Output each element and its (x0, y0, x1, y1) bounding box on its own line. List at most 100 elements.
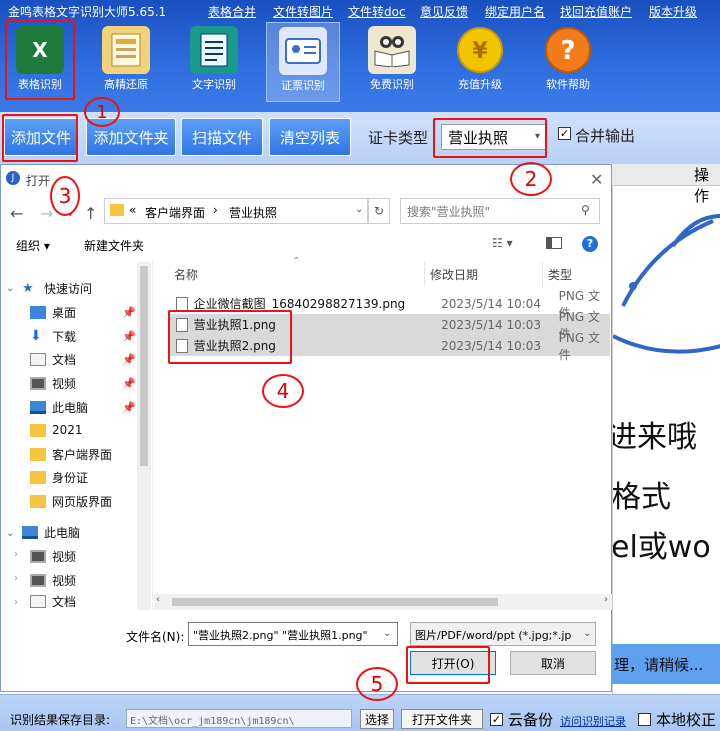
nav-pc-videos[interactable]: 视频 (30, 545, 76, 567)
breadcrumb-business-license[interactable]: 营业执照 (229, 204, 277, 221)
folder-icon (110, 204, 124, 216)
nav-folder-client-ui[interactable]: 客户端界面 (30, 443, 112, 465)
annotation-box (5, 20, 75, 100)
refresh-icon[interactable]: ↻ (368, 198, 390, 224)
preview-illustration (613, 214, 720, 354)
cancel-button[interactable]: 取消 (510, 651, 596, 675)
download-icon: ⬇ (30, 327, 42, 344)
forward-arrow-icon[interactable]: → (40, 204, 53, 223)
tool-text-recognition[interactable]: 文字识别 (174, 22, 254, 102)
menu-upgrade[interactable]: 版本升级 (649, 3, 697, 20)
tool-help[interactable]: ? 软件帮助 (528, 22, 608, 102)
nav-folder-web-ui[interactable]: 网页版界面 (30, 490, 112, 512)
back-arrow-icon[interactable]: ← (10, 204, 23, 223)
expand-chevron-icon[interactable]: ⌄ (6, 528, 14, 539)
breadcrumb-overflow[interactable]: « (129, 203, 136, 217)
scroll-left-icon[interactable]: ‹ (156, 594, 160, 605)
merge-output-checkbox[interactable]: ✓ (558, 127, 571, 140)
nav-pc-documents[interactable]: 文档 (30, 593, 76, 609)
new-folder-button[interactable]: 新建文件夹 (84, 237, 144, 254)
nav-downloads[interactable]: ⬇ 下载 (30, 325, 76, 347)
annotation-box (168, 310, 292, 364)
filename-input[interactable]: "营业执照2.png" "营业执照1.png" (188, 622, 398, 646)
search-input[interactable]: 搜索"营业执照" ⚲ (400, 198, 600, 224)
collapsed-chevron-icon[interactable]: › (14, 549, 18, 560)
column-type[interactable]: 类型 (548, 266, 572, 283)
nav-pc-videos-2[interactable]: 视频 (30, 569, 76, 591)
column-name[interactable]: 名称 (174, 266, 198, 283)
horizontal-scrollbar[interactable]: ‹ › (154, 594, 612, 610)
folder-icon (30, 494, 46, 508)
png-file-icon (176, 296, 188, 311)
up-arrow-icon[interactable]: ↑ (84, 204, 97, 223)
scrollbar-thumb[interactable] (172, 598, 498, 606)
nav-this-pc[interactable]: 此电脑 (22, 521, 80, 543)
tool-label: 充值升级 (458, 78, 502, 91)
column-divider (542, 262, 543, 286)
sort-indicator-icon: ⌃ (292, 256, 301, 267)
nav-documents[interactable]: 文档 (30, 348, 76, 370)
menu-bind-username[interactable]: 绑定用户名 (485, 3, 545, 20)
nav-folder-2021[interactable]: 2021 (30, 419, 83, 441)
menu-table-merge[interactable]: 表格合并 (208, 3, 256, 20)
chevron-down-icon[interactable]: ⌄ (583, 628, 591, 639)
nav-desktop[interactable]: 桌面 (30, 301, 76, 323)
collapsed-chevron-icon[interactable]: › (14, 597, 18, 608)
breadcrumb-client-ui[interactable]: 客户端界面 (145, 204, 205, 221)
address-bar[interactable]: « 客户端界面 › 营业执照 ⌄ (104, 198, 368, 224)
scroll-right-icon[interactable]: › (604, 594, 608, 605)
chevron-down-icon[interactable]: ⌄ (355, 204, 363, 215)
column-date[interactable]: 修改日期 (430, 266, 478, 283)
computer-icon (30, 400, 46, 414)
choose-dir-button[interactable]: 选择 (360, 709, 394, 729)
cloud-backup-checkbox[interactable]: ✓ (490, 713, 503, 726)
help-icon[interactable]: ? (582, 236, 598, 252)
local-verify-checkbox[interactable] (638, 713, 651, 726)
organize-menu[interactable]: 组织 ▾ (16, 237, 50, 254)
yen-coin-icon: ¥ (456, 26, 504, 74)
help-icon: ? (544, 26, 592, 74)
nav-folder-id-card[interactable]: 身份证 (30, 466, 88, 488)
star-icon: ★ (22, 280, 34, 296)
nav-quick-access[interactable]: ★ 快速访问 (22, 277, 92, 299)
menu-file-to-doc[interactable]: 文件转doc (348, 3, 406, 20)
file-date: 2023/5/14 10:03 (441, 338, 542, 353)
chevron-down-icon[interactable]: ⌄ (383, 628, 391, 639)
annotation-step-1: 1 (84, 97, 120, 127)
tool-label: 免费识别 (370, 78, 414, 91)
annotation-box (2, 114, 78, 162)
expand-chevron-icon[interactable]: ⌄ (6, 283, 14, 294)
folder-icon (30, 447, 46, 461)
svg-text:¥: ¥ (472, 39, 488, 64)
menu-feedback[interactable]: 意见反馈 (420, 3, 468, 20)
file-type-filter[interactable]: 图片/PDF/word/ppt (*.jpg;*.jp (410, 622, 596, 646)
tool-recharge[interactable]: ¥ 充值升级 (440, 22, 520, 102)
tool-id-recognition[interactable]: 证票识别 (266, 22, 340, 102)
search-placeholder: 搜索"营业执照" (407, 205, 491, 219)
collapsed-chevron-icon[interactable]: › (14, 573, 18, 584)
view-options-icon[interactable]: ☷ ▾ (492, 236, 513, 250)
preview-panel: 进来哦 格式 el或wo (612, 164, 720, 694)
visit-records-link[interactable]: 访问识别记录 (560, 713, 626, 729)
nav-this-pc-quick[interactable]: 此电脑 (30, 396, 88, 418)
clear-list-button[interactable]: 清空列表 (269, 118, 351, 156)
save-dir-input[interactable]: E:\文档\ocr_jm189cn\jm189cn\ (126, 709, 352, 728)
scrollbar-thumb[interactable] (140, 266, 148, 466)
nav-videos[interactable]: 视频 (30, 372, 76, 394)
open-folder-button[interactable]: 打开文件夹 (401, 709, 483, 729)
tool-precise-restore[interactable]: 高精还原 (86, 22, 166, 102)
tool-free-recognition[interactable]: 免费识别 (352, 22, 432, 102)
close-icon[interactable]: ✕ (590, 170, 603, 189)
scan-file-button[interactable]: 扫描文件 (181, 118, 263, 156)
preview-text-line: 进来哦 (612, 420, 697, 455)
tool-label: 文字识别 (192, 78, 236, 91)
menu-recover-account[interactable]: 找回充值账户 (560, 3, 632, 20)
preview-text-line: el或wo (612, 530, 711, 565)
video-icon (30, 376, 46, 390)
sidebar-scrollbar[interactable] (137, 262, 151, 610)
preview-pane-icon[interactable] (546, 237, 562, 249)
menu-file-to-image[interactable]: 文件转图片 (273, 3, 333, 20)
breadcrumb-separator: › (213, 203, 218, 217)
pin-icon: 📌 (122, 377, 136, 390)
filename-label: 文件名(N): (126, 630, 185, 644)
